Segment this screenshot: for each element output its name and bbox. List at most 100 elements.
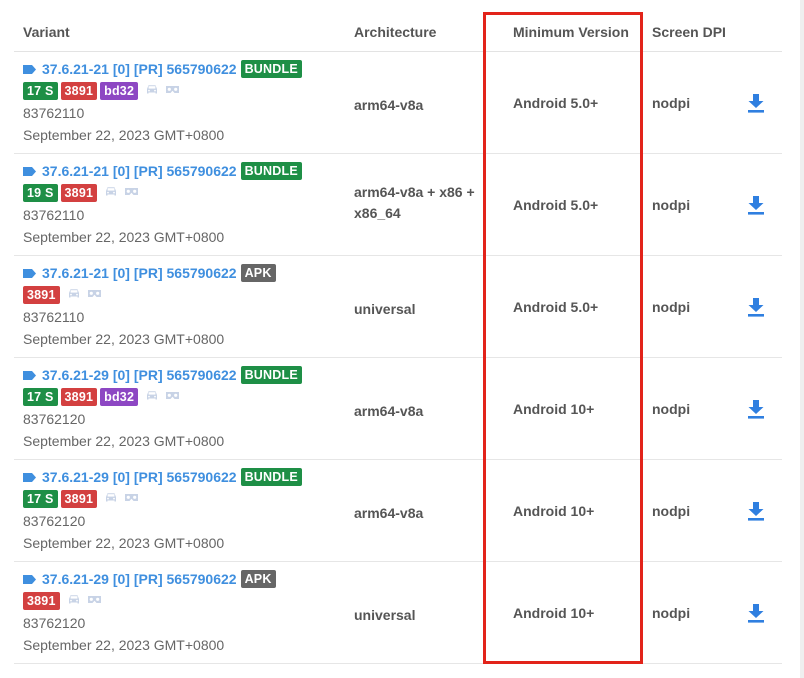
release-date: September 22, 2023 GMT+0800 xyxy=(23,331,225,347)
release-date: September 22, 2023 GMT+0800 xyxy=(23,127,225,143)
variant-cell: 37.6.21-29 [0] [PR] 565790622 APK 3891 8… xyxy=(23,568,279,656)
version-link[interactable]: 37.6.21-29 [0] [PR] 565790622 xyxy=(42,367,237,383)
architecture-cell: arm64-v8a xyxy=(354,95,423,116)
badge: 17 S xyxy=(23,490,58,508)
badge: bd32 xyxy=(100,388,139,406)
table-row: 37.6.21-29 [0] [PR] 565790622 BUNDLE 17 … xyxy=(14,460,782,562)
architecture-cell: universal xyxy=(354,299,415,320)
vr-headset-icon xyxy=(124,184,139,202)
vr-headset-icon xyxy=(87,286,102,304)
version-link[interactable]: 37.6.21-29 [0] [PR] 565790622 xyxy=(42,571,237,587)
tag-icon xyxy=(23,64,36,74)
package-type-badge: APK xyxy=(240,570,276,588)
tag-icon xyxy=(23,268,36,278)
header-minimum-version: Minimum Version xyxy=(513,24,629,40)
download-icon[interactable] xyxy=(745,398,767,420)
tag-icon xyxy=(23,370,36,380)
minimum-version-cell: Android 10+ xyxy=(513,605,595,621)
badge: 17 S xyxy=(23,82,58,100)
version-code: 83762110 xyxy=(23,309,85,325)
architecture-cell: arm64-v8a xyxy=(354,503,423,524)
version-link[interactable]: 37.6.21-21 [0] [PR] 565790622 xyxy=(42,265,237,281)
version-code: 83762120 xyxy=(23,513,86,529)
table-body: 37.6.21-21 [0] [PR] 565790622 BUNDLE 17 … xyxy=(14,52,782,664)
version-code: 83762110 xyxy=(23,207,85,223)
badge: 19 S xyxy=(23,184,58,202)
table-row: 37.6.21-29 [0] [PR] 565790622 BUNDLE 17 … xyxy=(14,358,782,460)
version-code: 83762120 xyxy=(23,411,86,427)
variant-cell: 37.6.21-21 [0] [PR] 565790622 APK 3891 8… xyxy=(23,262,279,350)
download-icon[interactable] xyxy=(745,500,767,522)
architecture-line: arm64-v8a + x86 + xyxy=(354,184,475,200)
screen-dpi-cell: nodpi xyxy=(652,197,691,213)
release-date: September 22, 2023 GMT+0800 xyxy=(23,637,225,653)
version-link[interactable]: 37.6.21-21 [0] [PR] 565790622 xyxy=(42,61,237,77)
badge: 3891 xyxy=(60,388,98,406)
architecture-line: arm64-v8a xyxy=(354,505,424,521)
download-icon[interactable] xyxy=(745,194,767,216)
car-icon xyxy=(145,388,159,406)
architecture-line: x86_64 xyxy=(354,205,401,221)
version-link[interactable]: 37.6.21-29 [0] [PR] 565790622 xyxy=(42,469,237,485)
badge: 3891 xyxy=(23,592,60,610)
badge: 3891 xyxy=(60,184,98,202)
tag-icon xyxy=(23,574,36,584)
car-icon xyxy=(67,592,81,610)
minimum-version-cell: Android 5.0+ xyxy=(513,299,599,315)
version-code: 83762120 xyxy=(23,615,86,631)
version-link[interactable]: 37.6.21-21 [0] [PR] 565790622 xyxy=(42,163,237,179)
car-icon xyxy=(104,184,118,202)
release-date: September 22, 2023 GMT+0800 xyxy=(23,433,225,449)
minimum-version-cell: Android 5.0+ xyxy=(513,197,599,213)
variant-cell: 37.6.21-21 [0] [PR] 565790622 BUNDLE 17 … xyxy=(23,58,305,146)
vr-headset-icon xyxy=(87,592,102,610)
table-header: Variant Architecture Minimum Version Scr… xyxy=(14,0,782,52)
architecture-line: arm64-v8a xyxy=(354,97,424,113)
variants-table: Variant Architecture Minimum Version Scr… xyxy=(14,0,782,664)
screen-dpi-cell: nodpi xyxy=(652,95,691,111)
badge: 3891 xyxy=(23,286,60,304)
variant-cell: 37.6.21-29 [0] [PR] 565790622 BUNDLE 17 … xyxy=(23,466,305,554)
badge: 17 S xyxy=(23,388,58,406)
architecture-cell: universal xyxy=(354,605,415,626)
download-icon[interactable] xyxy=(745,602,767,624)
screen-dpi-cell: nodpi xyxy=(652,605,691,621)
architecture-cell: arm64-v8a + x86 + x86_64 xyxy=(354,182,475,224)
screen-dpi-cell: nodpi xyxy=(652,401,691,417)
header-variant: Variant xyxy=(23,24,70,40)
version-code: 83762110 xyxy=(23,105,85,121)
minimum-version-cell: Android 5.0+ xyxy=(513,95,599,111)
vr-headset-icon xyxy=(165,388,180,406)
release-date: September 22, 2023 GMT+0800 xyxy=(23,229,225,245)
vr-headset-icon xyxy=(124,490,139,508)
vr-headset-icon xyxy=(165,82,180,100)
package-type-badge: BUNDLE xyxy=(240,366,302,384)
variant-cell: 37.6.21-29 [0] [PR] 565790622 BUNDLE 17 … xyxy=(23,364,305,452)
badge: bd32 xyxy=(100,82,139,100)
download-icon[interactable] xyxy=(745,92,767,114)
badge: 3891 xyxy=(60,82,98,100)
badge: 3891 xyxy=(60,490,98,508)
architecture-line: universal xyxy=(354,607,416,623)
architecture-cell: arm64-v8a xyxy=(354,401,423,422)
package-type-badge: BUNDLE xyxy=(240,162,302,180)
architecture-line: arm64-v8a xyxy=(354,403,424,419)
car-icon xyxy=(67,286,81,304)
screen-dpi-cell: nodpi xyxy=(652,503,691,519)
car-icon xyxy=(145,82,159,100)
package-type-badge: BUNDLE xyxy=(240,468,302,486)
scrollbar[interactable] xyxy=(800,0,804,678)
table-row: 37.6.21-21 [0] [PR] 565790622 BUNDLE 17 … xyxy=(14,52,782,154)
header-architecture: Architecture xyxy=(354,24,437,40)
download-icon[interactable] xyxy=(745,296,767,318)
minimum-version-cell: Android 10+ xyxy=(513,503,595,519)
screen-dpi-cell: nodpi xyxy=(652,299,691,315)
table-row: 37.6.21-29 [0] [PR] 565790622 APK 3891 8… xyxy=(14,562,782,664)
header-screen-dpi: Screen DPI xyxy=(652,24,726,40)
table-row: 37.6.21-21 [0] [PR] 565790622 APK 3891 8… xyxy=(14,256,782,358)
package-type-badge: BUNDLE xyxy=(240,60,302,78)
car-icon xyxy=(104,490,118,508)
package-type-badge: APK xyxy=(240,264,276,282)
table-row: 37.6.21-21 [0] [PR] 565790622 BUNDLE 19 … xyxy=(14,154,782,256)
tag-icon xyxy=(23,166,36,176)
